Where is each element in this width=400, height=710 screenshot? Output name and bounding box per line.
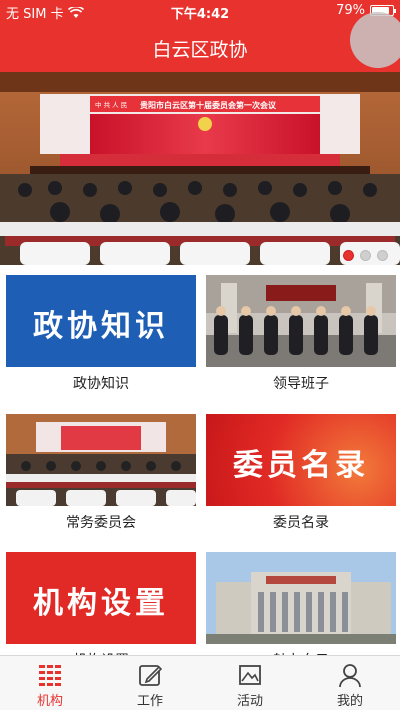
tab-me[interactable]: 我的 — [300, 656, 400, 710]
tab-work[interactable]: 工作 — [100, 656, 200, 710]
tile-image — [206, 275, 396, 367]
photo-icon — [239, 665, 261, 685]
tile-leadership[interactable]: 领导班子 — [206, 265, 396, 395]
nav-bar: 白云区政协 — [0, 22, 400, 72]
tile-standing-committee[interactable]: 常务委员会 — [6, 404, 196, 534]
tile-image: 委员名录 — [206, 414, 396, 506]
tile-label: 政协知识 — [73, 376, 129, 392]
tile-organization[interactable]: 机构设置 机构设置 — [6, 542, 196, 672]
tile-image: 政协知识 — [6, 275, 196, 367]
page-title: 白云区政协 — [152, 39, 248, 61]
tile-image-text: 机构设置 — [33, 586, 169, 621]
tile-label: 常务委员会 — [66, 515, 136, 531]
carousel-dot[interactable] — [377, 250, 388, 261]
tile-label: 委员名录 — [273, 515, 329, 531]
tile-label: 领导班子 — [273, 376, 329, 392]
tile-image — [206, 552, 396, 644]
tab-label: 机构 — [36, 694, 63, 709]
tab-label: 我的 — [336, 694, 363, 709]
tab-label: 工作 — [136, 694, 163, 709]
tile-member-directory[interactable]: 委员名录 委员名录 — [206, 404, 396, 534]
tab-bar: 机构 工作 活动 我的 — [0, 655, 400, 710]
module-grid: 政协知识 政协知识 领导班子 常务委员会 委员名录 委员名录 机构设置 — [0, 265, 400, 669]
status-bar: 无 SIM 卡 下午4:42 79% — [0, 0, 400, 22]
tab-organization[interactable]: 机构 — [0, 656, 100, 710]
edit-icon — [139, 665, 163, 686]
tile-charming-baiyun[interactable]: 魅力白云 — [206, 542, 396, 672]
banner-headline: 贵阳市白云区第十届委员会第一次会议 — [140, 100, 277, 110]
tile-image-text: 政协知识 — [33, 309, 169, 344]
tile-image-text: 委员名录 — [233, 448, 369, 483]
assistive-touch-button[interactable] — [350, 12, 400, 68]
tile-image — [6, 414, 196, 506]
grid-icon — [39, 665, 61, 686]
banner-carousel[interactable]: 中 共 人 民 贵阳市白云区第十届委员会第一次会议 — [0, 72, 400, 265]
banner-image: 中 共 人 民 贵阳市白云区第十届委员会第一次会议 — [0, 72, 400, 265]
banner-small-text: 中 共 人 民 — [95, 100, 127, 109]
tile-image: 机构设置 — [6, 552, 196, 644]
tile-cppcc-knowledge[interactable]: 政协知识 政协知识 — [6, 265, 196, 395]
carousel-dot[interactable] — [360, 250, 371, 261]
carousel-indicator[interactable] — [343, 250, 388, 261]
tab-label: 活动 — [236, 694, 263, 709]
user-icon — [339, 664, 361, 688]
battery-percent: 79% — [336, 3, 365, 18]
tab-activity[interactable]: 活动 — [200, 656, 300, 710]
carousel-dot[interactable] — [343, 250, 354, 261]
